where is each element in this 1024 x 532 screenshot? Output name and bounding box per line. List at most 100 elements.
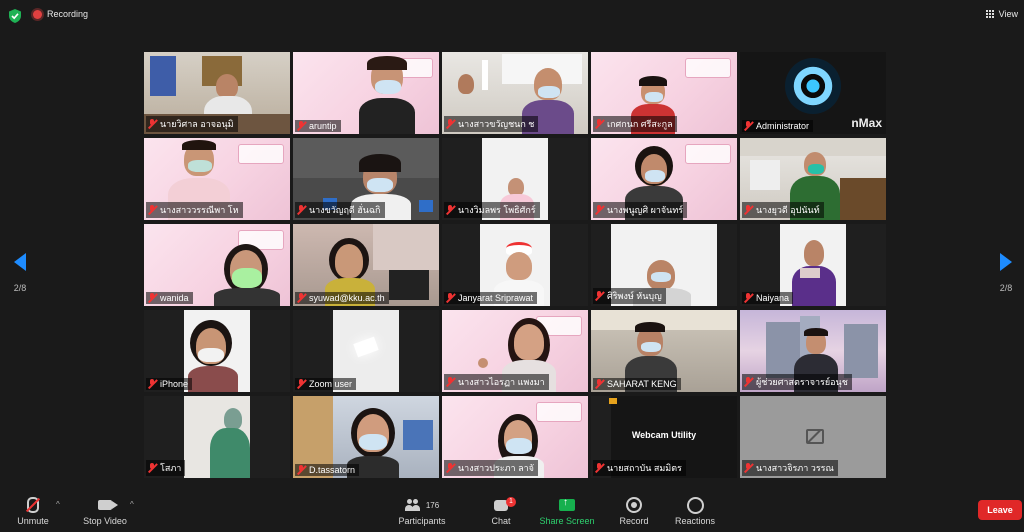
participant-nameplate: นางพนูญศิ ผาจันทร์ [593,202,688,218]
video-tile[interactable]: ผู้ช่วยศาสตราจารย์อนุช [740,310,886,392]
webcam-logo-icon [785,58,841,114]
mic-muted-icon [744,205,753,215]
mic-muted-icon [148,463,157,473]
participant-nameplate: iPhone [146,378,193,390]
video-tile[interactable]: โสภา [144,396,290,478]
participant-nameplate: นายสถาบัน สมมิตร [593,460,686,476]
chat-bubble-icon: 1 [494,496,516,511]
top-bar: Recording View [0,0,1024,32]
recording-label: Recording [47,9,89,19]
webcam-utility-text: Webcam Utility [631,430,697,440]
video-tile[interactable]: นางสาววรรณีพา โห [144,138,290,220]
mic-muted-icon [446,119,455,129]
mic-muted-icon [148,379,157,389]
mic-muted-icon [446,377,455,387]
next-page-button[interactable]: 2/8 [994,253,1018,293]
page-indicator-right: 2/8 [999,283,1013,293]
mic-muted-icon [148,205,157,215]
video-tile[interactable]: นางสาวขวัญชนก ช [442,52,588,134]
video-tile[interactable]: นางขวัญฤดี ฮั่นฉกิ [293,138,439,220]
participant-nameplate: SAHARAT KENG [593,378,681,390]
video-tile[interactable]: นางพนูญศิ ผาจันทร์ [591,138,737,220]
camera-off-icon [806,429,824,444]
chat-button[interactable]: 1 Chat [486,496,516,526]
participant-nameplate: syuwad@kku.ac.th [295,292,389,304]
leave-button[interactable]: Leave [978,500,1022,520]
video-tile[interactable]: นางวิมลพร โพธิศักร์ [442,138,588,220]
recording-dot-icon [33,9,42,19]
participant-nameplate: นางสาวไอรฏา แพงมา [444,374,549,390]
video-tile[interactable]: เกศกนก ศรีสะกูล [591,52,737,134]
video-tile[interactable]: Janyarat Sriprawat [442,224,588,306]
record-button[interactable]: Record [616,496,652,526]
audio-options-caret-icon[interactable]: ^ [56,500,60,509]
mic-muted-icon [148,293,157,303]
grid-view-icon [986,10,995,19]
mic-muted-icon [297,465,306,475]
video-tile[interactable]: aruntip [293,52,439,134]
participants-icon [404,499,421,511]
video-tile[interactable]: Naiyana [740,224,886,306]
video-tile[interactable]: นางสาวจิรภา วรรณ [740,396,886,478]
mic-muted-icon [595,379,604,389]
video-tile[interactable]: nMax Administrator [740,52,886,134]
view-label: View [998,9,1018,19]
smiley-reaction-icon [686,496,704,514]
participant-nameplate: นางขวัญฤดี ฮั่นฉกิ [295,202,385,218]
arrow-left-icon [14,253,26,271]
share-screen-button[interactable]: Share Screen [538,496,596,526]
video-camera-icon [98,500,118,510]
video-tile[interactable]: Zoom user [293,310,439,392]
video-tile[interactable]: นางยุวดี อุปนันท์ [740,138,886,220]
share-screen-icon [559,497,575,511]
mic-muted-icon [595,463,604,473]
stop-video-button[interactable]: Stop Video [78,496,132,526]
video-tile[interactable]: Webcam Utility นายสถาบัน สมมิตร [591,396,737,478]
video-tile[interactable]: syuwad@kku.ac.th [293,224,439,306]
participant-nameplate: ผู้ช่วยศาสตราจารย์อนุช [742,374,852,390]
video-tile[interactable]: นางสาวประภา ลาจั [442,396,588,478]
view-button[interactable]: View [986,9,1018,19]
video-tile[interactable]: D.tassatorn [293,396,439,478]
participant-nameplate: เกศกนก ศรีสะกูล [593,116,677,132]
unmute-button[interactable]: Unmute [10,496,56,526]
mic-muted-icon [446,205,455,215]
participants-count: 176 [425,500,440,510]
video-tile[interactable]: นางสาวไอรฏา แพงมา [442,310,588,392]
page-indicator-left: 2/8 [13,283,27,293]
mic-muted-icon [446,463,455,473]
video-tile[interactable]: wanida [144,224,290,306]
mic-muted-icon [595,119,604,129]
participant-nameplate: D.tassatorn [295,464,360,476]
mic-muted-icon [595,291,604,301]
mic-muted-icon [744,121,753,131]
chat-unread-badge: 1 [506,496,516,507]
participant-nameplate: Zoom user [295,378,357,390]
video-tile[interactable]: นายวิศาล อาจอนุมิ [144,52,290,134]
mic-muted-icon [297,379,306,389]
meeting-toolbar: Unmute ^ Stop Video ^ 176 Participants 1… [0,494,1024,532]
video-tile[interactable]: SAHARAT KENG [591,310,737,392]
video-tile[interactable]: ศิริพงษ์ หันบุญ [591,224,737,306]
participant-nameplate: นางยุวดี อุปนันท์ [742,202,824,218]
mic-muted-icon [297,205,306,215]
participant-nameplate: นางสาววรรณีพา โห [146,202,243,218]
participant-nameplate: นางสาวขวัญชนก ช [444,116,539,132]
reactions-button[interactable]: Reactions [672,496,718,526]
mic-muted-icon [297,293,306,303]
video-tile[interactable]: iPhone [144,310,290,392]
mic-muted-icon [744,377,753,387]
recording-indicator[interactable]: Recording [33,9,88,19]
participants-button[interactable]: 176 Participants [394,496,450,526]
participant-nameplate: นางสาวประภา ลาจั [444,460,538,476]
previous-page-button[interactable]: 2/8 [8,253,32,293]
video-gallery: นายวิศาล อาจอนุมิ aruntip นางสาวขวัญชนก … [144,52,888,480]
record-icon [626,497,642,513]
participant-nameplate: aruntip [295,120,341,132]
participant-nameplate: นางวิมลพร โพธิศักร์ [444,202,540,218]
participant-nameplate: wanida [146,292,193,304]
mic-muted-icon [446,293,455,303]
security-shield-icon[interactable] [9,9,21,23]
video-options-caret-icon[interactable]: ^ [130,500,134,509]
mic-muted-icon [744,293,753,303]
